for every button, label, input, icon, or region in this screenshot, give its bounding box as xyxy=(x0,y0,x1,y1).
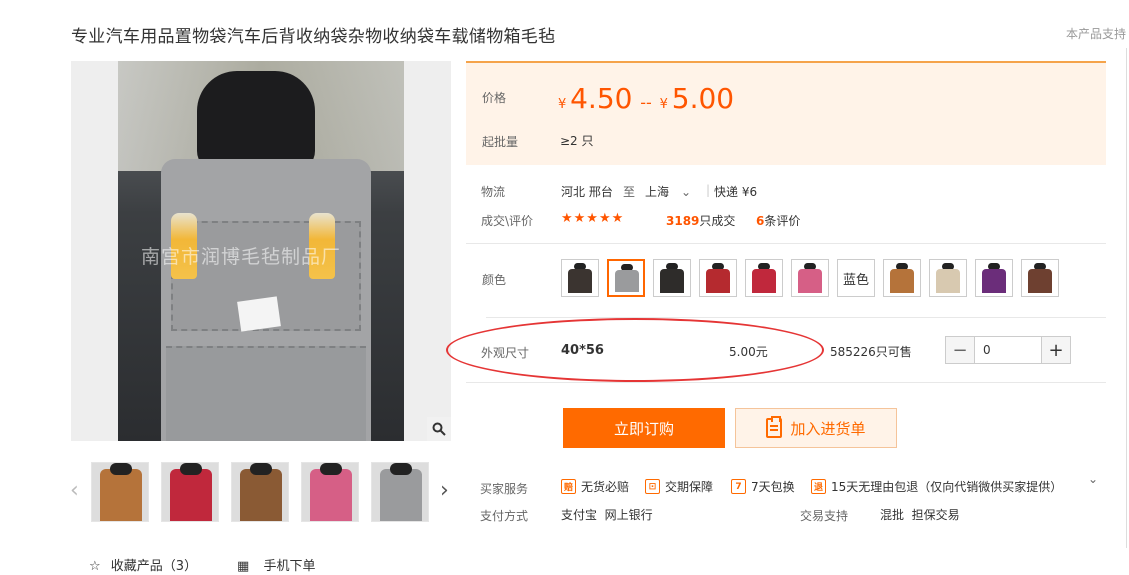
service-label: 15天无理由包退（仅向代销微供买家提供） xyxy=(831,480,1063,494)
logistics-destination-select[interactable]: 上海 ⌄ xyxy=(645,183,691,200)
color-option-3[interactable] xyxy=(699,259,737,297)
payment-methods: 支付宝 网上银行 xyxy=(561,508,653,522)
price-range: ¥ 4.50 -- ¥ 5.00 xyxy=(558,82,735,115)
service-badge-icon: ⊡ xyxy=(645,479,660,494)
chevron-down-icon[interactable]: ⌄ xyxy=(1088,472,1098,486)
gallery-thumbnail[interactable] xyxy=(371,462,429,522)
deal-count[interactable]: 3189只成交 xyxy=(666,212,735,229)
gallery-thumbnail[interactable] xyxy=(301,462,359,522)
gallery-thumbnail[interactable] xyxy=(161,462,219,522)
color-option-6[interactable]: 蓝色 xyxy=(837,259,875,297)
service-label: 交期保障 xyxy=(665,480,714,494)
rating-stars: ★★★★★ xyxy=(561,211,625,226)
review-count[interactable]: 6条评价 xyxy=(756,212,800,229)
plus-icon[interactable]: + xyxy=(1042,337,1070,363)
color-option-2[interactable] xyxy=(653,259,691,297)
panel-border xyxy=(1126,48,1127,548)
section-divider xyxy=(466,243,1106,244)
service-item[interactable]: 赔无货必赔 xyxy=(561,478,629,495)
gallery-thumbnail[interactable] xyxy=(231,462,289,522)
service-item[interactable]: 退 15天无理由包退（仅向代销微供买家提供） xyxy=(811,478,1062,495)
logistics-to-word: 至 xyxy=(623,185,636,199)
moq-value: ≥2 只 xyxy=(560,134,594,148)
price-label: 价格 xyxy=(482,91,507,105)
section-divider xyxy=(486,317,1106,318)
service-item[interactable]: 7 7天包换 xyxy=(731,478,795,495)
color-option-8[interactable] xyxy=(929,259,967,297)
trade-support-label: 交易支持 xyxy=(800,509,849,523)
service-badge-icon: 退 xyxy=(811,479,826,494)
service-badge-icon: 赔 xyxy=(561,479,576,494)
service-item[interactable]: ⊡ 交期保障 xyxy=(645,478,713,495)
service-label: 无货必赔 xyxy=(581,480,630,494)
color-option-0[interactable] xyxy=(561,259,599,297)
quantity-stepper[interactable]: − 0 + xyxy=(945,336,1071,364)
favorite-button[interactable]: ☆ 收藏产品（3） xyxy=(89,555,197,574)
thumb-next-icon[interactable]: › xyxy=(440,478,449,503)
magnifier-icon[interactable] xyxy=(427,417,451,441)
color-option-4[interactable] xyxy=(745,259,783,297)
product-support-link[interactable]: 本产品支持 xyxy=(1066,25,1126,42)
add-to-cart-button[interactable]: 加入进货单 xyxy=(735,408,897,448)
logistics-label: 物流 xyxy=(481,185,506,199)
payment-label: 支付方式 xyxy=(480,509,529,523)
chevron-down-icon: ⌄ xyxy=(681,185,692,199)
color-option-5[interactable] xyxy=(791,259,829,297)
gallery-thumbnail[interactable] xyxy=(91,462,149,522)
highlight-ellipse xyxy=(446,318,824,382)
minus-icon[interactable]: − xyxy=(946,337,974,363)
star-outline-icon: ☆ xyxy=(89,559,101,574)
headrest xyxy=(197,71,315,171)
qr-code-icon: ▦ xyxy=(237,559,250,574)
service-label: 7天包换 xyxy=(751,480,795,494)
trade-support-value: 混批 担保交易 xyxy=(880,508,960,522)
buy-now-button[interactable]: 立即订购 xyxy=(563,408,725,448)
image-watermark: 南宫市润博毛毡制品厂 xyxy=(141,246,342,268)
color-option-1[interactable] xyxy=(607,259,645,297)
product-title: 专业汽车用品置物袋汽车后背收纳袋杂物收纳袋车载储物箱毛毡 xyxy=(71,27,556,47)
color-option-10[interactable] xyxy=(1021,259,1059,297)
clipboard-icon xyxy=(766,416,783,438)
service-badge-icon: 7 xyxy=(731,479,746,494)
color-option-7[interactable] xyxy=(883,259,921,297)
color-label: 颜色 xyxy=(482,273,507,287)
felt-pocket-lower xyxy=(166,346,366,441)
mobile-order-button[interactable]: ▦ 手机下单 xyxy=(237,555,315,574)
tissue xyxy=(237,296,281,332)
logistics-from: 河北 邢台 xyxy=(561,185,613,199)
deals-label: 成交\评价 xyxy=(481,214,534,228)
stock-available: 585226只可售 xyxy=(830,345,912,359)
logistics-separator: | xyxy=(706,183,711,197)
section-divider xyxy=(466,382,1106,383)
express-fee: 快递 ¥6 xyxy=(714,185,758,199)
services-label: 买家服务 xyxy=(480,482,529,496)
moq-label: 起批量 xyxy=(482,135,519,149)
quantity-input[interactable]: 0 xyxy=(974,337,1042,363)
color-option-9[interactable] xyxy=(975,259,1013,297)
thumb-prev-icon[interactable]: ‹ xyxy=(70,478,79,503)
